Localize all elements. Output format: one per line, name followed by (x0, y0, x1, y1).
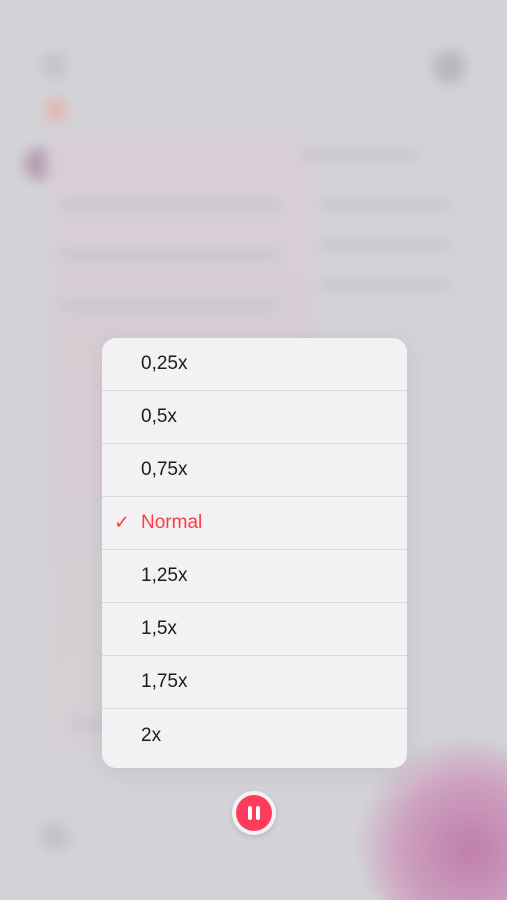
speed-option-normal[interactable]: ✓ Normal (102, 497, 407, 550)
speed-option-label: 0,75x (141, 459, 188, 480)
pause-button-fill (236, 795, 272, 831)
pause-icon (248, 806, 260, 820)
speed-option-label: 0,5x (141, 406, 177, 427)
pause-button[interactable] (232, 791, 276, 835)
speed-option-1-25x[interactable]: 1,25x (102, 550, 407, 603)
speed-option-label: 2x (141, 725, 162, 746)
speed-option-1-5x[interactable]: 1,5x (102, 603, 407, 656)
speed-option-0-25x[interactable]: 0,25x (102, 338, 407, 391)
speed-option-label: Normal (141, 512, 203, 533)
speed-option-0-5x[interactable]: 0,5x (102, 391, 407, 444)
speed-option-label: 1,5x (141, 618, 177, 639)
speed-option-0-75x[interactable]: 0,75x (102, 444, 407, 497)
screen: 0,25x 0,5x 0,75x ✓ Normal 1,25x 1,5x 1,7… (0, 0, 507, 900)
speed-option-label: 0,25x (141, 353, 188, 374)
speed-option-label: 1,25x (141, 565, 188, 586)
playback-speed-menu: 0,25x 0,5x 0,75x ✓ Normal 1,25x 1,5x 1,7… (102, 338, 407, 768)
checkmark-icon: ✓ (114, 512, 130, 534)
speed-option-1-75x[interactable]: 1,75x (102, 656, 407, 709)
speed-option-2x[interactable]: 2x (102, 709, 407, 763)
speed-option-label: 1,75x (141, 671, 188, 692)
